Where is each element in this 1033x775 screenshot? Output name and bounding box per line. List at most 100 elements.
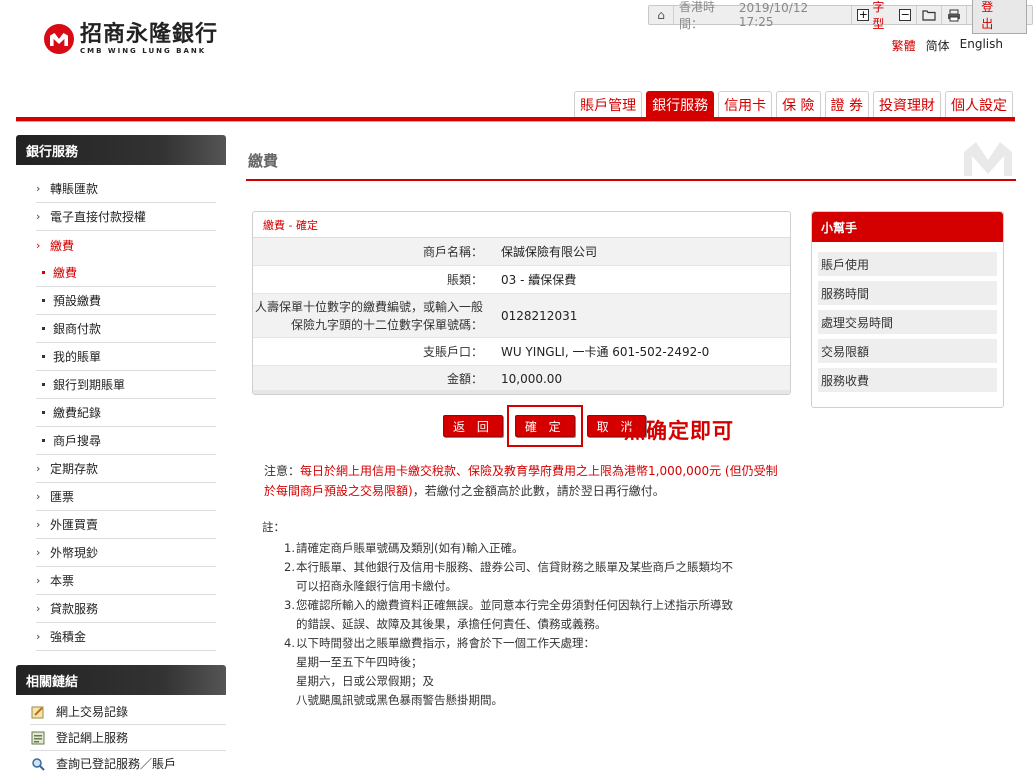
folder-button[interactable]	[917, 6, 943, 24]
related-link-register-service[interactable]: 登記網上服務	[30, 725, 226, 751]
chevron-right-icon: ›	[36, 490, 41, 503]
sidebar-sub-label: 繳費	[53, 266, 78, 280]
sidebar-item-draft[interactable]: › 匯票	[36, 483, 216, 511]
confirm-highlight-box: 確 定	[506, 405, 583, 447]
hk-time: 香港時間： 2019/10/12 17:25	[674, 0, 853, 31]
row-debit-account: 支賬戶口： WU YINGLI, 一卡通 601-502-2492-0	[253, 338, 790, 366]
sidebar-sub-preset-payment[interactable]: 預設繳費	[36, 287, 216, 315]
row-amount: 金額： 10,000.00	[253, 366, 790, 392]
row-bill-type: 賬類： 03 - 續保保費	[253, 266, 790, 294]
font-decrease-icon[interactable]: −	[899, 9, 912, 21]
sidebar-sub-label: 我的賬單	[53, 350, 102, 364]
sidebar-sub-due-bills[interactable]: 銀行到期賬單	[36, 371, 216, 399]
field-value: 0128212031	[501, 308, 578, 323]
tab-banking-services[interactable]: 銀行服務	[646, 91, 715, 117]
sidebar-sub-my-bills[interactable]: 我的賬單	[36, 343, 216, 371]
tab-securities[interactable]: 證 券	[824, 91, 869, 117]
bullet-icon	[42, 411, 45, 414]
print-button[interactable]	[942, 6, 968, 24]
field-label-line: 人壽保單十位數字的繳費編號，或輸入一般	[254, 299, 483, 314]
field-label: 商戶名稱：	[422, 244, 483, 259]
sidebar-item-label: 外匯買賣	[50, 518, 99, 532]
note-line: 星期一至五下午四時後；	[296, 655, 423, 669]
sidebar-item-fx[interactable]: › 外匯買賣	[36, 511, 216, 539]
field-label: 支賬戶口：	[422, 344, 483, 359]
bullet-icon	[42, 383, 45, 386]
sidebar-item-label: 本票	[50, 574, 75, 588]
sidebar-item-transfer[interactable]: › 轉賬匯款	[36, 175, 216, 203]
chevron-right-icon: ›	[36, 210, 41, 223]
chevron-right-icon: ›	[36, 182, 41, 195]
sidebar-item-edda[interactable]: › 電子直接付款授權	[36, 203, 216, 231]
sidebar-item-bill-payment[interactable]: › 繳費	[36, 231, 216, 259]
helper-link-service-charges[interactable]: 服務收費	[818, 368, 997, 392]
font-increase-icon[interactable]: +	[857, 9, 870, 21]
tab-personal-settings[interactable]: 個人設定	[945, 91, 1013, 117]
bank-logo-icon	[44, 24, 74, 54]
notes-heading: 註：	[262, 520, 285, 534]
sidebar-item-label: 轉賬匯款	[50, 182, 99, 196]
sidebar-item-fx-cash[interactable]: › 外幣現鈔	[36, 539, 216, 567]
related-link-label: 網上交易記錄	[56, 705, 129, 719]
print-icon	[947, 8, 961, 22]
note-line: 星期六，日或公眾假期；及	[296, 674, 434, 688]
home-button[interactable]: ⌂	[649, 6, 674, 24]
notice-suffix: ，若繳付之金額高於此數，請於翌日再行繳付。	[412, 484, 665, 498]
sidebar-sub-pay-bill[interactable]: 繳費	[36, 259, 216, 287]
helper-link-service-hours[interactable]: 服務時間	[818, 281, 997, 305]
sidebar-item-label: 電子直接付款授權	[50, 210, 147, 224]
sidebar-item-mpf[interactable]: › 強積金	[36, 623, 216, 651]
related-link-label: 登記網上服務	[56, 731, 129, 745]
related-links: 網上交易記錄 登記網上服務 查詢已登記服務／賬戶	[16, 695, 226, 775]
sidebar-item-cashier-order[interactable]: › 本票	[36, 567, 216, 595]
back-button[interactable]: 返 回	[443, 415, 503, 437]
notepad-icon	[30, 705, 46, 719]
chevron-right-icon: ›	[36, 602, 41, 615]
related-link-query-services[interactable]: 查詢已登記服務／賬戶	[30, 751, 226, 775]
confirm-button[interactable]: 確 定	[514, 415, 575, 437]
logout-cell: 登 出	[967, 0, 1032, 34]
notice-text: 注意：每日於網上用信用卡繳交稅款、保險及教育學府費用之上限為港幣1,000,00…	[264, 461, 784, 501]
note-line: 八號颶風訊號或黑色暴雨警告懸掛期間。	[296, 693, 503, 707]
sidebar-item-label: 強積金	[50, 630, 87, 644]
field-value: 10,000.00	[501, 372, 563, 386]
tab-investment[interactable]: 投資理財	[873, 91, 941, 117]
helper-box: 小幫手 賬戶使用 服務時間 處理交易時間 交易限額 服務收費	[811, 211, 1004, 408]
logout-button[interactable]: 登 出	[972, 0, 1028, 34]
note-line: 本行賬單、其他銀行及信用卡服務、證券公司、信貸財務之賬單及某些商戶之賬類均不	[296, 560, 733, 574]
font-size-label: 字型	[872, 0, 885, 31]
note-number: 1.	[284, 541, 295, 555]
sidebar-sub-merchant-payment[interactable]: 銀商付款	[36, 315, 216, 343]
tab-credit-card[interactable]: 信用卡	[718, 91, 773, 117]
bank-logo[interactable]: 招商永隆銀行 CMB WING LUNG BANK	[44, 23, 218, 55]
note-number: 3.	[284, 598, 295, 612]
tab-account-management[interactable]: 賬戶管理	[574, 91, 643, 117]
confirm-panel: 繳費 - 確定 商戶名稱： 保誠保險有限公司 賬類： 03 - 續保保費 人壽保…	[252, 211, 791, 395]
lang-english[interactable]: English	[960, 37, 1003, 54]
sidebar-item-time-deposit[interactable]: › 定期存款	[36, 455, 216, 483]
bullet-icon	[42, 439, 45, 442]
magnifier-icon	[30, 757, 46, 771]
note-item: 1. 請確定商戶賬單號碼及類別(如有)輸入正確。	[262, 539, 782, 558]
language-switch: 繁體 简体 English	[892, 37, 1003, 54]
time-label: 香港時間：	[679, 0, 716, 31]
helper-link-transaction-limits[interactable]: 交易限額	[818, 339, 997, 363]
tab-insurance[interactable]: 保 險	[776, 91, 821, 117]
notice-prefix: 注意：	[264, 464, 301, 478]
lang-simplified[interactable]: 简体	[926, 37, 950, 54]
note-line: 的錯誤、延誤、故障及其後果，承擔任何責任、債務或義務。	[296, 617, 607, 631]
sidebar-sub-payment-records[interactable]: 繳費紀錄	[36, 399, 216, 427]
helper-link-account-usage[interactable]: 賬戶使用	[818, 252, 997, 276]
note-line: 請確定商戶賬單號碼及類別(如有)輸入正確。	[296, 541, 524, 555]
font-size-control: + 字型 −	[852, 0, 918, 31]
bullet-icon	[42, 327, 45, 330]
sidebar-item-loans[interactable]: › 貸款服務	[36, 595, 216, 623]
sidebar-sub-merchant-search[interactable]: 商戶搜尋	[36, 427, 216, 455]
note-item: 4. 以下時間發出之賬單繳費指示，將會於下一個工作天處理：	[262, 634, 782, 653]
related-link-transaction-records[interactable]: 網上交易記錄	[30, 699, 226, 725]
field-value: 03 - 續保保費	[501, 273, 577, 287]
note-item: 2. 本行賬單、其他銀行及信用卡服務、證券公司、信貸財務之賬單及某些商戶之賬類均…	[262, 558, 782, 596]
helper-link-processing-time[interactable]: 處理交易時間	[818, 310, 997, 334]
note-line: 您確認所輸入的繳費資料正確無誤。並同意本行完全毋須對任何因執行上述指示所導致	[296, 598, 733, 612]
lang-traditional[interactable]: 繁體	[892, 37, 916, 54]
